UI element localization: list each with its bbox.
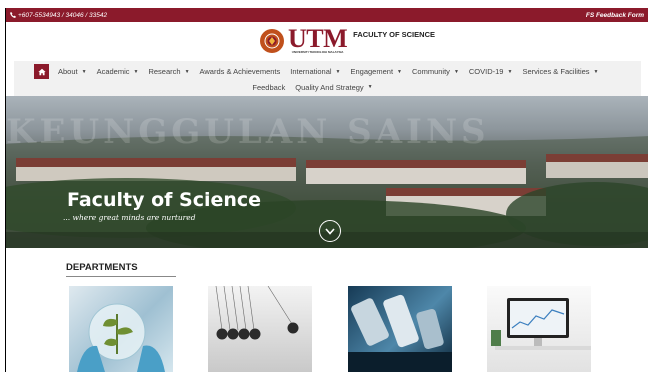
home-icon <box>37 68 46 75</box>
caret-down-icon: ▼ <box>593 68 599 75</box>
nav-item-label: Feedback <box>252 82 286 92</box>
main-navigation: About ▼ Academic ▼ Research ▼ Awards & Achieve… <box>14 61 641 96</box>
hero-banner: KEUNGGULAN SAINS Faculty of Science ... … <box>6 96 648 248</box>
nav-item-quality-and-strategy[interactable]: Quality And Strategy ▼ <box>295 83 372 92</box>
caret-down-icon: ▼ <box>81 68 87 75</box>
nav-item-label: About <box>58 67 78 76</box>
nav-row-primary: About ▼ Academic ▼ Research ▼ Awards & Achieve… <box>14 61 641 80</box>
nav-row-secondary: Feedback Quality And Strategy ▼ <box>14 80 641 94</box>
hero-watermark: KEUNGGULAN SAINS <box>6 112 490 152</box>
chevron-down-icon <box>325 227 335 235</box>
nav-item-label: Academic <box>96 67 130 76</box>
newtons-cradle-image <box>215 286 299 340</box>
phone-number: +607-5534943 / 34046 / 33542 <box>18 11 108 19</box>
nav-item-label: Services & Facilities <box>522 67 590 76</box>
department-card-physics[interactable] <box>208 286 312 372</box>
nav-item-international[interactable]: International ▼ <box>290 67 340 76</box>
caret-down-icon: ▼ <box>335 68 341 75</box>
departments-heading: DEPARTMENTS <box>66 262 138 273</box>
caret-down-icon: ▼ <box>507 68 513 75</box>
utm-wordmark: UTM UNIVERSITI TEKNOLOGI MALAYSIA <box>288 24 348 55</box>
department-card-mathematics[interactable] <box>487 286 591 372</box>
heading-underline <box>66 276 176 277</box>
nav-item-label: Quality And Strategy <box>295 82 364 92</box>
brand-subtitle: UNIVERSITI TEKNOLOGI MALAYSIA <box>291 50 344 54</box>
caret-down-icon: ▼ <box>397 68 402 75</box>
nav-item-covid-19[interactable]: COVID-19 ▼ <box>469 67 513 76</box>
hero-tagline: ... where great minds are nurtured <box>63 213 196 222</box>
nav-item-label: Awards & Achievements <box>199 67 281 76</box>
nav-item-services-facilities[interactable]: Services & Facilities ▼ <box>522 67 598 76</box>
nav-item-about[interactable]: About ▼ <box>58 67 87 76</box>
nav-item-academic[interactable]: Academic ▼ <box>97 67 139 76</box>
caret-down-icon: ▼ <box>453 68 459 75</box>
phone-contact[interactable]: +607-5534943 / 34046 / 33542 <box>10 12 107 19</box>
feedback-form-link[interactable]: FS Feedback Form <box>586 12 644 19</box>
plant-sample-image <box>77 303 165 372</box>
nav-item-engagement[interactable]: Engagement ▼ <box>351 67 403 76</box>
browser-page: +607-5534943 / 34046 / 33542 FS Feedback… <box>5 8 648 372</box>
department-card-biosciences[interactable] <box>69 286 173 372</box>
nav-item-awards-achievements[interactable]: Awards & Achievements <box>200 67 281 76</box>
scroll-down-button[interactable] <box>319 220 341 242</box>
nav-item-community[interactable]: Community ▼ <box>412 67 459 76</box>
caret-down-icon: ▼ <box>133 68 139 75</box>
department-card-chemistry[interactable] <box>348 286 452 372</box>
hero-title: Faculty of Science <box>67 189 262 211</box>
caret-down-icon: ▼ <box>367 84 373 90</box>
caret-down-icon: ▼ <box>184 68 190 75</box>
microscope-image <box>348 294 452 372</box>
utm-emblem-icon <box>260 29 284 53</box>
nav-item-feedback[interactable]: Feedback <box>252 83 285 92</box>
phone-icon <box>10 12 16 18</box>
nav-item-label: COVID-19 <box>468 67 504 76</box>
nav-item-label: International <box>290 67 332 76</box>
nav-item-research[interactable]: Research ▼ <box>148 67 189 76</box>
faculty-name: FACULTY OF SCIENCE <box>353 30 435 39</box>
nav-item-label: Community <box>412 67 450 76</box>
brand-name: UTM <box>288 24 348 53</box>
data-chart-monitor-image <box>491 298 591 350</box>
home-button[interactable] <box>34 64 49 79</box>
nav-item-label: Engagement <box>350 67 394 76</box>
nav-item-label: Research <box>148 67 181 76</box>
top-contact-bar: +607-5534943 / 34046 / 33542 FS Feedback… <box>6 8 648 22</box>
site-logo[interactable]: UTM UNIVERSITI TEKNOLOGI MALAYSIA FACULT… <box>46 22 648 60</box>
